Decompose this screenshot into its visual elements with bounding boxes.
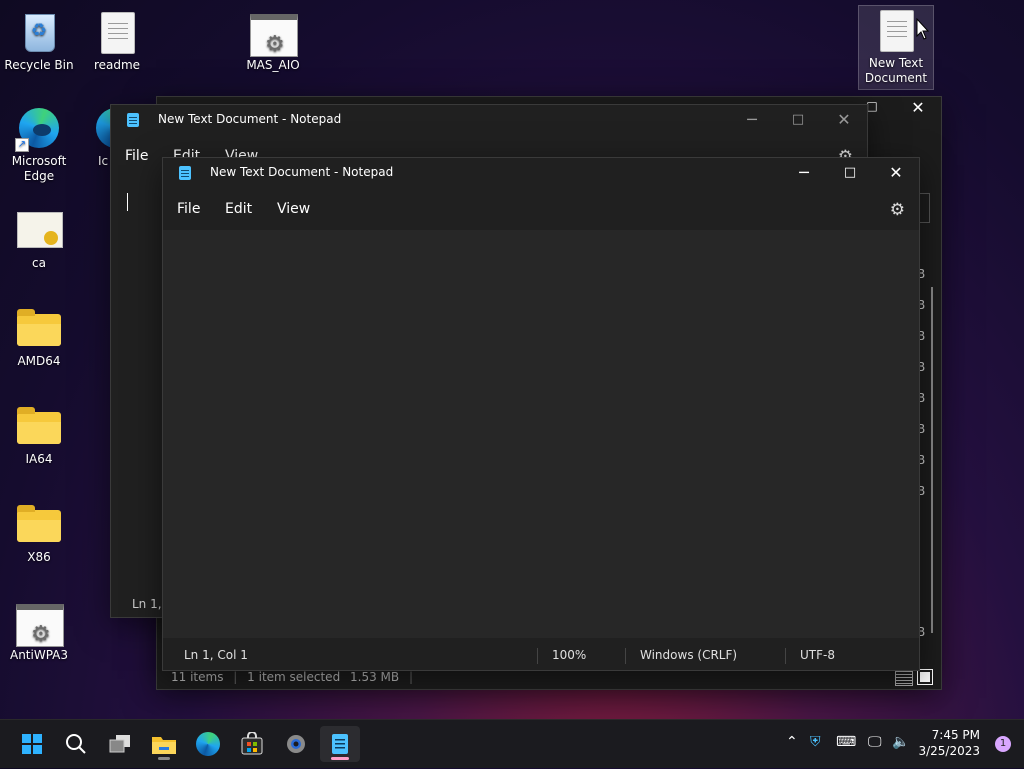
status-divider [785,648,786,664]
volume-icon[interactable]: 🔈 [892,734,909,750]
edge-icon [196,732,220,756]
network-icon[interactable]: 🖵 [868,734,882,750]
explorer-status-bar: 11 items | 1 item selected 1.53 MB | [171,670,414,684]
task-view-button[interactable] [100,726,140,762]
large-icons-view-icon[interactable] [917,669,933,685]
desktop-icon-readme[interactable]: readme [80,8,154,73]
status-divider [625,648,626,664]
window-title: New Text Document - Notepad [158,112,342,126]
mouse-pointer-icon [916,18,930,40]
menu-file[interactable]: File [125,148,148,164]
store-taskbar-button[interactable] [232,726,272,762]
application-icon: ⚙ [16,604,64,647]
desktop-icon-label: AntiWPA3 [9,648,69,662]
settings-icon [287,735,305,753]
folder-icon [17,407,61,444]
title-bar[interactable]: New Text Document - Notepad ─ □ ✕ [163,158,919,188]
notepad-icon [179,166,191,180]
task-view-icon [109,735,130,753]
minimize-button[interactable]: ─ [781,158,827,188]
search-button[interactable] [56,726,96,762]
search-icon [66,734,86,754]
desktop-icon-label: Ic [98,154,109,168]
text-editor-area[interactable] [163,230,919,638]
menu-bar: File Edit View ⚙ [163,195,919,225]
text-file-icon [101,12,135,54]
desktop-icon-microsoft-edge[interactable]: ↗ Microsoft Edge [2,104,76,184]
cursor-position: Ln 1, Col 1 [184,648,248,662]
selection-count: 1 item selected [247,670,341,684]
notepad-window[interactable]: New Text Document - Notepad ─ □ ✕ File E… [162,157,920,671]
notepad-taskbar-button[interactable] [320,726,360,762]
desktop-icon-x86[interactable]: X86 [2,500,76,565]
text-file-icon [880,10,914,52]
maximize-button[interactable]: □ [827,158,873,188]
desktop-icon-label: Recycle Bin [4,58,74,72]
windows-logo-icon [22,734,42,754]
status-bar: Ln 1, Col 1 100% Windows (CRLF) UTF-8 [163,640,919,670]
desktop-icon-recycle-bin[interactable]: Recycle Bin [2,8,76,73]
desktop-icon-label: Microsoft Edge [11,154,67,183]
start-button[interactable] [12,726,52,762]
settings-gear-icon[interactable]: ⚙ [890,200,905,220]
desktop-icon-label: New Text Document [864,56,928,85]
edge-taskbar-button[interactable] [188,726,228,762]
explorer-close-button[interactable]: ✕ [895,93,941,123]
notification-badge[interactable]: 1 [995,736,1011,752]
active-indicator [331,757,349,760]
explorer-search-box[interactable] [919,193,930,223]
notepad-icon [332,734,348,754]
folder-icon [17,505,61,542]
notepad-icon [127,113,139,127]
close-button[interactable]: ✕ [873,158,919,188]
chevron-up-icon[interactable]: ⌃ [786,734,798,750]
item-count: 11 items [171,670,224,684]
taskbar: ⌃ ⛨ ⌨ 🖵 🔈 7:45 PM 3/25/2023 1 [0,719,1024,768]
desktop-icon-antiwpa3[interactable]: ⚙ AntiWPA3 [2,598,76,663]
keyboard-icon[interactable]: ⌨ [836,734,856,750]
clock-time: 7:45 PM [931,728,980,742]
desktop-icon-label: X86 [27,550,51,564]
desktop-icon-partial[interactable]: Ic [86,104,110,169]
recycle-bin-icon [25,14,55,52]
back-close-button[interactable]: ✕ [821,105,867,135]
line-ending: Windows (CRLF) [640,648,738,662]
folder-icon [152,737,176,754]
zoom-level: 100% [552,648,587,662]
application-icon: ⚙ [250,14,298,57]
back-minimize-button[interactable]: ─ [729,105,775,135]
menu-view[interactable]: View [277,201,310,217]
settings-taskbar-button[interactable] [276,726,316,762]
folder-icon [17,309,61,346]
status-divider [537,648,538,664]
explorer-scrollbar[interactable] [931,287,933,633]
selection-size: 1.53 MB [350,670,400,684]
encoding: UTF-8 [800,648,835,662]
certificate-icon [17,212,63,248]
window-title: New Text Document - Notepad [210,165,394,179]
back-maximize-button[interactable]: □ [775,105,821,135]
desktop-icon-mas-aio[interactable]: ⚙ MAS_AIO [236,8,310,73]
running-indicator [158,757,170,760]
back-title-bar[interactable]: New Text Document - Notepad ─ □ ✕ [111,105,867,135]
microsoft-store-icon [241,731,263,755]
menu-file[interactable]: File [177,201,200,217]
desktop-icon-ca[interactable]: ca [2,206,76,271]
text-caret [127,193,128,211]
desktop-icon-label: MAS_AIO [246,58,300,72]
menu-edit[interactable]: Edit [225,201,252,217]
clock[interactable]: 7:45 PM 3/25/2023 [918,727,980,759]
clock-date: 3/25/2023 [918,744,980,758]
app-icon [96,108,110,148]
desktop-icon-label: ca [32,256,46,270]
desktop-icon-label: AMD64 [17,354,61,368]
desktop-icon-ia64[interactable]: IA64 [2,402,76,467]
shortcut-arrow-icon: ↗ [15,138,29,152]
desktop-icon-label: readme [93,58,141,72]
security-warning-icon[interactable]: ⛨ [810,734,821,750]
file-explorer-taskbar-button[interactable] [144,726,184,762]
desktop-icon-label: IA64 [25,452,53,466]
desktop-icon-amd64[interactable]: AMD64 [2,304,76,369]
details-view-icon[interactable] [895,670,913,686]
